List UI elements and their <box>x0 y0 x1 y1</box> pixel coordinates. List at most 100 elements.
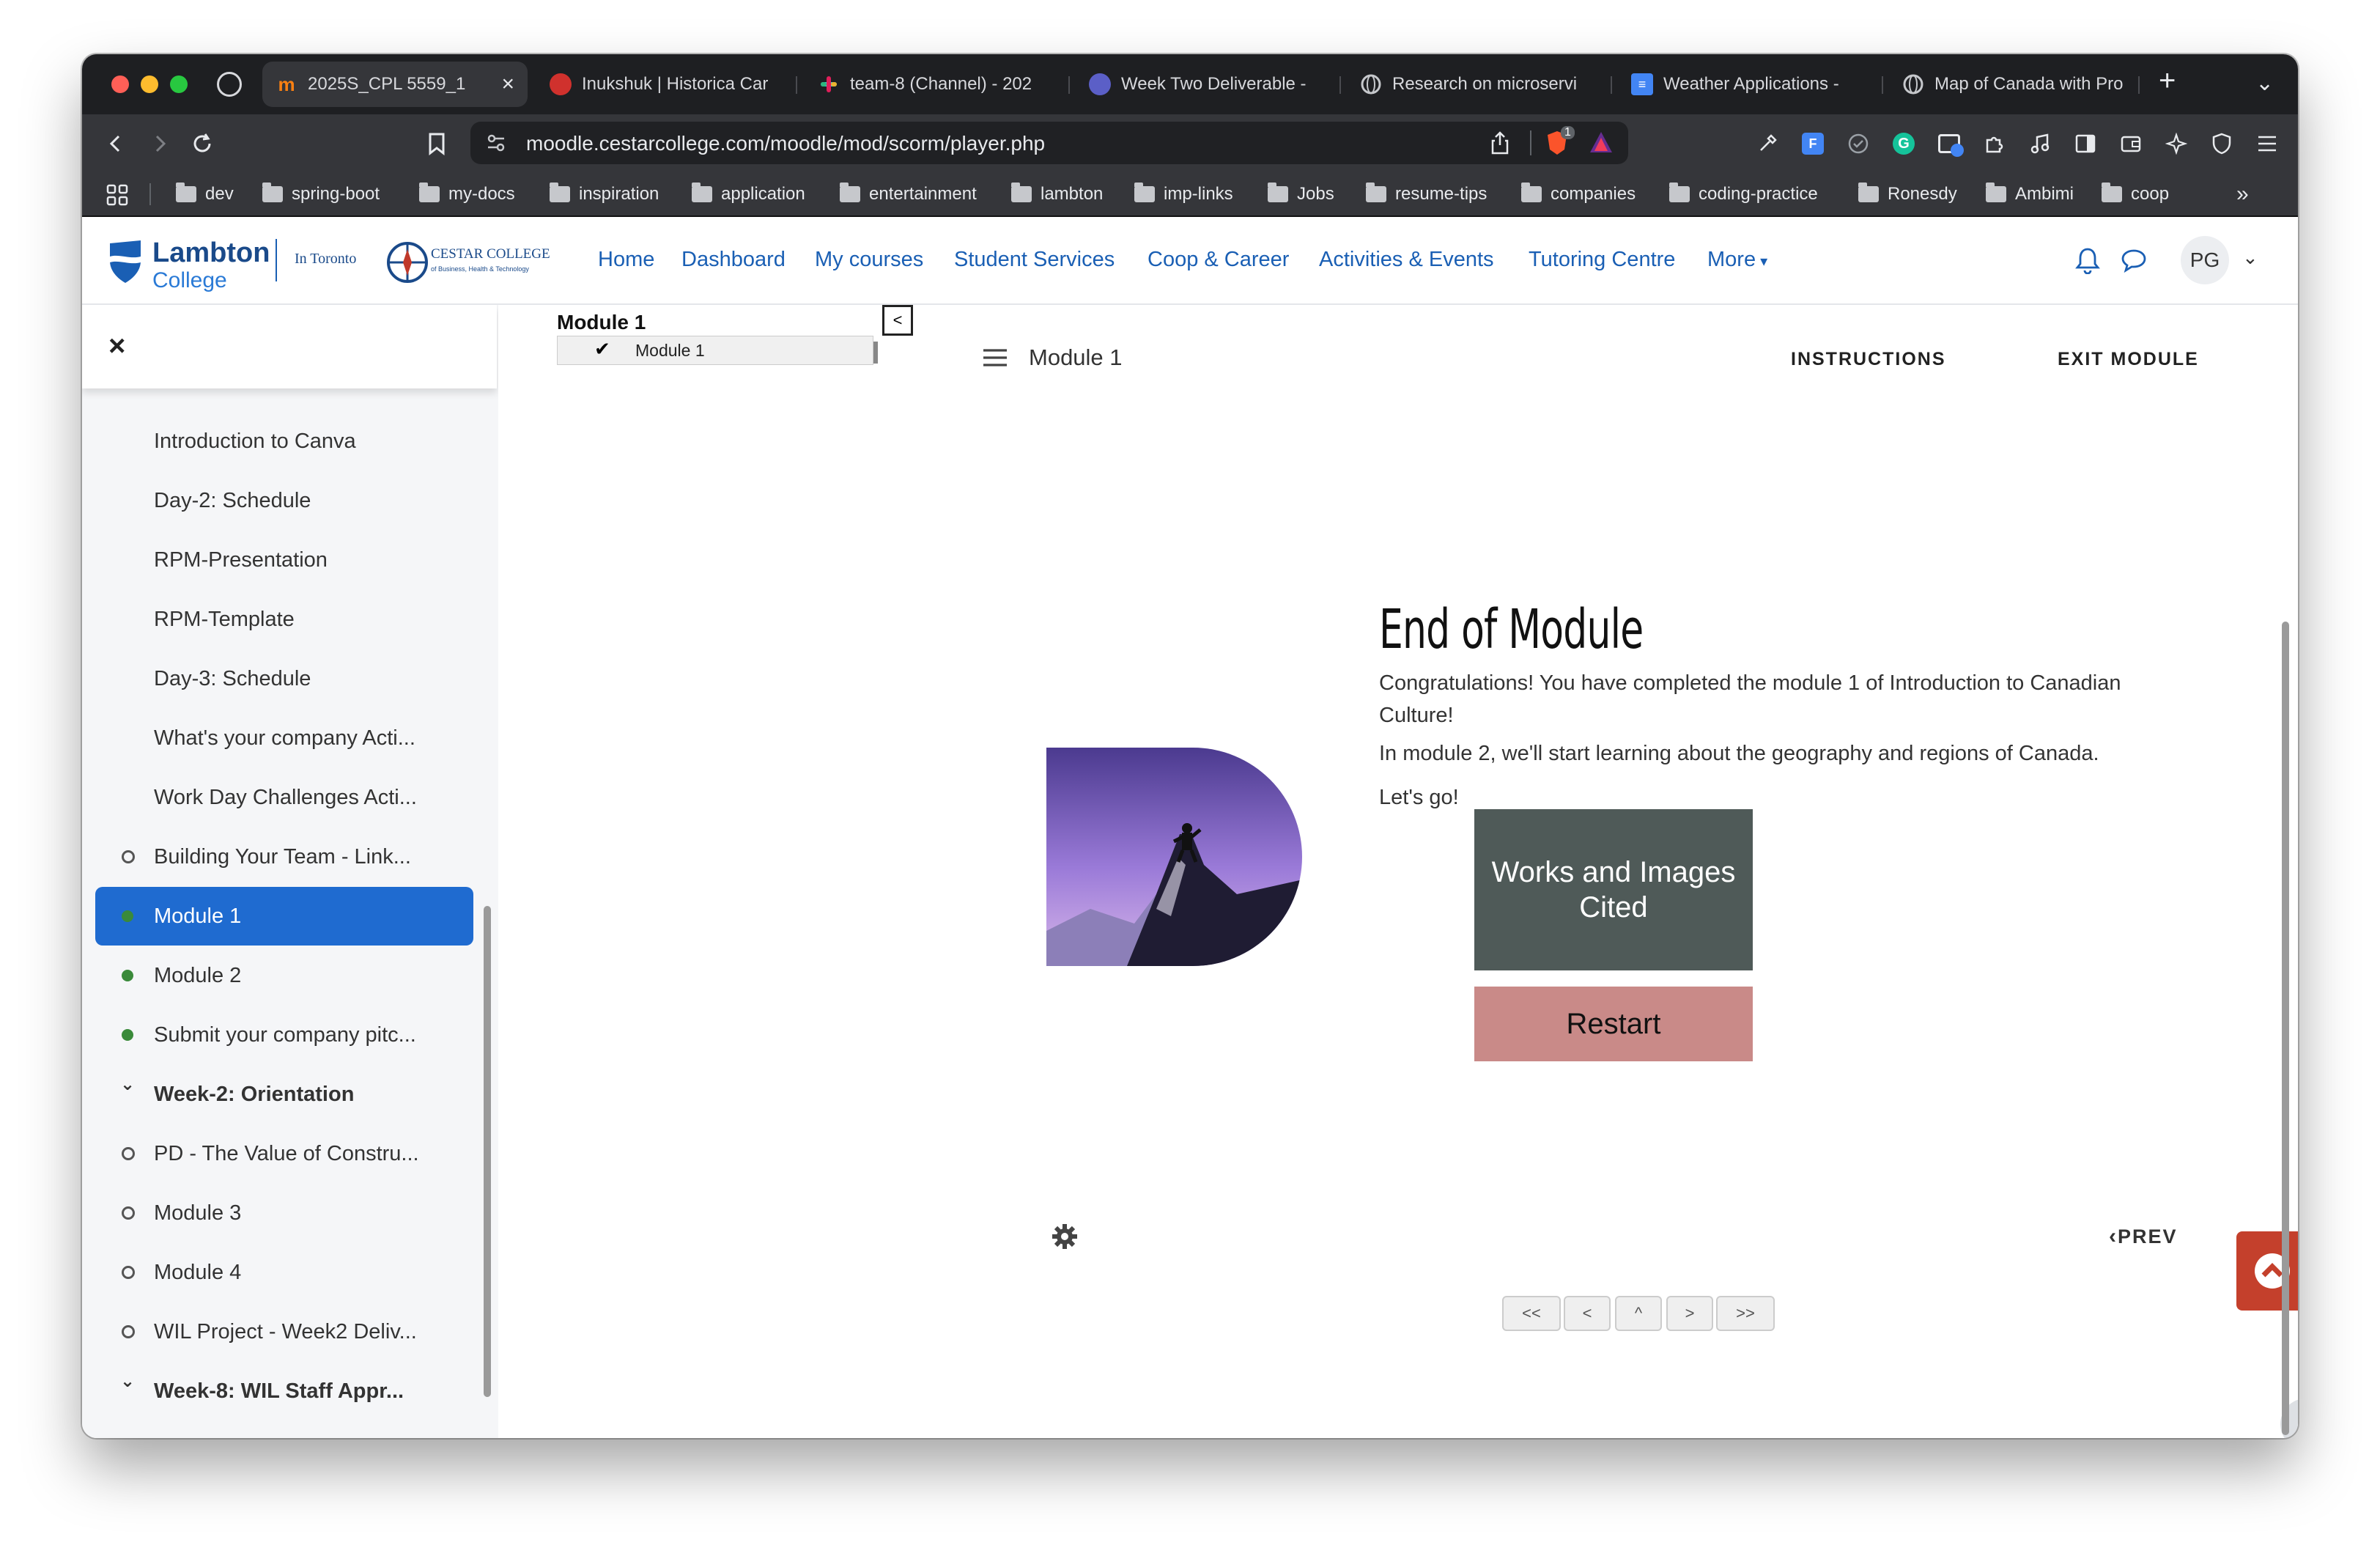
leo-ai-icon[interactable] <box>2160 128 2192 160</box>
tab-map[interactable]: Map of Canada with Pro <box>1889 62 2131 107</box>
nav-home[interactable]: Home <box>598 248 654 272</box>
cestar-logo-icon[interactable] <box>385 240 429 288</box>
grammarly-icon[interactable]: G <box>1888 128 1920 160</box>
messages-icon[interactable] <box>2121 248 2147 276</box>
bookmark-folder[interactable]: coop <box>2102 183 2169 205</box>
avatar[interactable]: PG <box>2181 236 2229 284</box>
toc-scrollbar[interactable] <box>873 342 878 364</box>
maximize-window-button[interactable] <box>170 75 188 93</box>
check-circle-icon[interactable] <box>1842 128 1874 160</box>
bookmark-folder[interactable]: Jobs <box>1268 183 1334 205</box>
next-page-button[interactable]: > <box>1666 1296 1713 1331</box>
first-page-button[interactable]: << <box>1502 1296 1561 1331</box>
page-scrollbar[interactable] <box>2282 622 2289 1435</box>
lambton-logo-icon[interactable] <box>108 239 142 284</box>
brave-shield-icon[interactable]: 1 <box>1545 126 1575 161</box>
extension-icon[interactable] <box>217 72 242 97</box>
bookmark-icon[interactable] <box>421 128 453 160</box>
sidebar-item[interactable]: RPM-Template <box>95 590 473 649</box>
sidebar-item[interactable]: PD - The Value of Constru... <box>95 1124 473 1183</box>
sidebar-item[interactable]: Building Your Team - Link... <box>95 828 473 886</box>
nav-coop-career[interactable]: Coop & Career <box>1148 248 1289 272</box>
works-cited-button[interactable]: Works and Images Cited <box>1474 809 1753 970</box>
bookmark-folder[interactable]: spring-boot <box>262 183 380 205</box>
sidebar-item[interactable]: WIL Project - Week2 Deliv... <box>95 1302 473 1361</box>
bookmark-folder[interactable]: application <box>692 183 805 205</box>
sidebar-toggle-icon[interactable] <box>2069 128 2102 160</box>
sidebar-item[interactable]: Submit your company pitc... <box>95 1006 473 1064</box>
user-menu-chevron-icon[interactable]: ⌄ <box>2242 246 2258 269</box>
tab-historica[interactable]: Inukshuk | Historica Car <box>536 62 786 107</box>
brave-rewards-icon[interactable] <box>1589 130 1614 158</box>
nav-tutoring-centre[interactable]: Tutoring Centre <box>1529 248 1675 272</box>
vpn-shield-icon[interactable] <box>2206 128 2238 160</box>
sidebar-item[interactable]: ⌄ Week-2: Orientation <box>95 1065 473 1124</box>
bookmarks-overflow-icon[interactable]: » <box>2236 182 2249 206</box>
sidebar-item[interactable]: RPM-Presentation <box>95 531 473 589</box>
share-icon[interactable] <box>1489 130 1511 159</box>
sidebar-item[interactable]: Day-3: Schedule <box>95 649 473 708</box>
nav-student-services[interactable]: Student Services <box>954 248 1115 272</box>
tab-teams[interactable]: Week Two Deliverable - <box>1076 62 1332 107</box>
sidebar-item[interactable]: Day-2: Schedule <box>95 471 473 530</box>
sidebar-item[interactable]: Module 1 <box>95 887 473 946</box>
extensions-icon[interactable] <box>1978 128 2011 160</box>
nav-activities-events[interactable]: Activities & Events <box>1319 248 1494 272</box>
chevron-down-icon[interactable]: ⌄ <box>120 1074 135 1095</box>
site-settings-icon[interactable] <box>485 132 507 158</box>
bookmark-folder[interactable]: inspiration <box>550 183 659 205</box>
address-bar[interactable]: moodle.cestarcollege.com/moodle/mod/scor… <box>470 122 1628 164</box>
sidebar-item[interactable]: ⌄ Week-8: WIL Staff Appr... <box>95 1362 473 1420</box>
exit-module-button[interactable]: EXIT MODULE <box>2058 349 2199 370</box>
prev-button[interactable]: ‹PREV <box>2109 1224 2178 1249</box>
music-icon[interactable] <box>2024 128 2056 160</box>
translate-icon[interactable]: F <box>1797 128 1829 160</box>
apps-grid-icon[interactable] <box>106 183 129 210</box>
wallet-icon[interactable] <box>2115 128 2147 160</box>
bookmark-folder[interactable]: entertainment <box>840 183 977 205</box>
reload-icon[interactable] <box>186 128 218 160</box>
bookmark-folder[interactable]: dev <box>176 183 234 205</box>
previous-page-button[interactable]: < <box>1564 1296 1611 1331</box>
bookmark-folder[interactable]: Ronesdy <box>1858 183 1957 205</box>
minimize-window-button[interactable] <box>141 75 158 93</box>
nav-my-courses[interactable]: My courses <box>815 248 923 272</box>
close-window-button[interactable] <box>111 75 129 93</box>
tab-manager-icon[interactable] <box>1933 128 1965 160</box>
toc-toggle-button[interactable]: < <box>882 305 913 336</box>
tab-moodle[interactable]: m 2025S_CPL 5559_1 × <box>262 62 528 107</box>
hamburger-menu-icon[interactable] <box>982 347 1008 372</box>
bookmark-folder[interactable]: imp-links <box>1134 183 1233 205</box>
sidebar-item[interactable]: What's your company Acti... <box>95 709 473 767</box>
bookmark-folder[interactable]: my-docs <box>419 183 515 205</box>
tab-list-chevron-icon[interactable]: ⌄ <box>2255 70 2274 96</box>
bookmark-folder[interactable]: resume-tips <box>1366 183 1487 205</box>
last-page-button[interactable]: >> <box>1716 1296 1775 1331</box>
tab-slack[interactable]: team-8 (Channel) - 202 <box>805 62 1061 107</box>
sidebar-item[interactable]: Module 4 <box>95 1243 473 1302</box>
menu-icon[interactable] <box>2251 128 2283 160</box>
sidebar-item[interactable]: Module 3 <box>95 1184 473 1242</box>
close-tab-icon[interactable]: × <box>501 72 514 97</box>
new-tab-icon[interactable]: + <box>2159 64 2176 97</box>
bookmark-folder[interactable]: Ambimi <box>1986 183 2074 205</box>
close-drawer-icon[interactable]: × <box>108 331 125 361</box>
nav-dashboard[interactable]: Dashboard <box>681 248 786 272</box>
bookmark-folder[interactable]: lambton <box>1011 183 1103 205</box>
instructions-button[interactable]: INSTRUCTIONS <box>1791 349 1946 370</box>
eyedropper-icon[interactable] <box>1751 128 1784 160</box>
up-level-button[interactable]: ^ <box>1615 1296 1662 1331</box>
bookmark-folder[interactable]: companies <box>1521 183 1636 205</box>
nav-more[interactable]: More ▾ <box>1707 248 1767 272</box>
chevron-down-icon[interactable]: ⌄ <box>120 1371 135 1392</box>
settings-gear-icon[interactable] <box>1051 1223 1079 1254</box>
toc-item[interactable]: ✔ Module 1 <box>557 336 873 365</box>
back-icon[interactable] <box>100 128 132 160</box>
tab-research[interactable]: Research on microservi <box>1347 62 1603 107</box>
forward-icon[interactable] <box>144 128 176 160</box>
notifications-bell-icon[interactable] <box>2075 246 2100 278</box>
restart-button[interactable]: Restart <box>1474 987 1753 1061</box>
bookmark-folder[interactable]: coding-practice <box>1669 183 1818 205</box>
tab-weather[interactable]: ≡ Weather Applications - <box>1618 62 1874 107</box>
drawer-scrollbar[interactable] <box>484 906 491 1397</box>
